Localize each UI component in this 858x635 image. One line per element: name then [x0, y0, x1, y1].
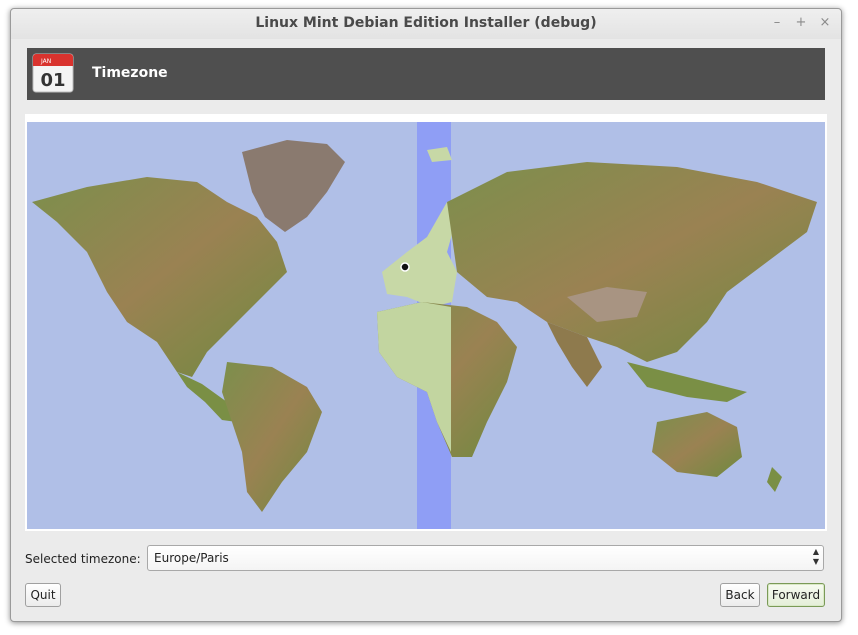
- close-button[interactable]: ×: [817, 15, 833, 31]
- updown-arrows-icon: ▲ ▼: [812, 547, 819, 566]
- location-marker: [400, 262, 410, 272]
- installer-window: Linux Mint Debian Edition Installer (deb…: [10, 8, 842, 622]
- maximize-button[interactable]: +: [793, 15, 809, 31]
- window-title: Linux Mint Debian Edition Installer (deb…: [255, 15, 597, 31]
- landmass-north-america: [32, 177, 287, 377]
- calendar-day: 01: [40, 70, 65, 91]
- page-header: JAN 01 Timezone: [27, 48, 825, 100]
- minimize-button[interactable]: –: [769, 15, 785, 31]
- landmass-new-zealand: [767, 467, 782, 492]
- timezone-label: Selected timezone:: [25, 552, 141, 566]
- landmass-southeast-asia: [627, 362, 747, 402]
- calendar-icon: JAN 01: [32, 53, 74, 93]
- world-map[interactable]: [27, 122, 825, 529]
- timezone-select[interactable]: Europe/Paris ▲ ▼: [147, 545, 824, 571]
- landmass-south-america: [222, 362, 322, 512]
- calendar-month: JAN: [40, 58, 51, 65]
- timezone-map[interactable]: [27, 122, 825, 529]
- back-button[interactable]: Back: [720, 583, 760, 607]
- forward-button[interactable]: Forward: [767, 583, 825, 607]
- page-title: Timezone: [92, 65, 168, 81]
- title-bar[interactable]: Linux Mint Debian Edition Installer (deb…: [11, 9, 841, 39]
- timezone-value: Europe/Paris: [154, 551, 229, 565]
- landmass-australia: [652, 412, 742, 477]
- quit-button[interactable]: Quit: [25, 583, 61, 607]
- timezone-map-frame: [25, 114, 827, 531]
